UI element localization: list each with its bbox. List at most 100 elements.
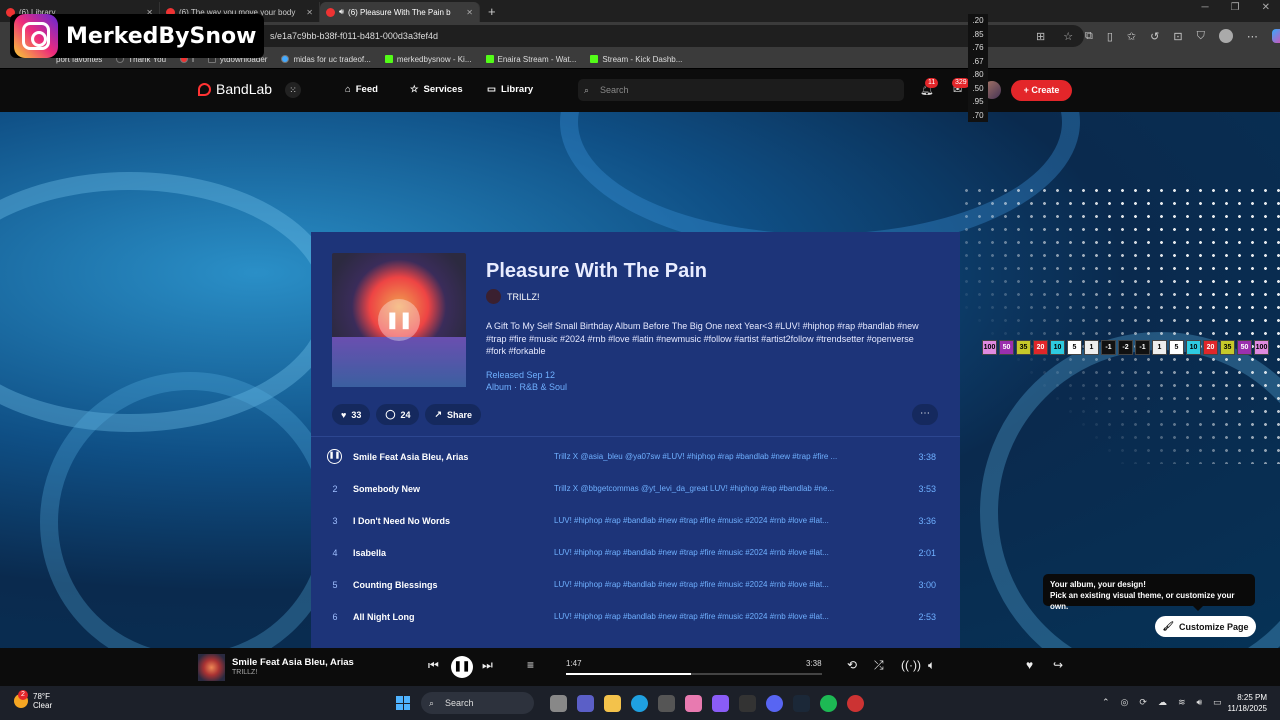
weather-condition: Clear [33, 701, 53, 710]
nav-label: Library [500, 84, 534, 95]
new-tab-button[interactable]: + [480, 2, 504, 22]
track-row[interactable]: 4 Isabella LUV! #hiphop #rap #bandlab #new… [311, 538, 960, 570]
copilot-icon[interactable] [1271, 29, 1280, 43]
track-name[interactable]: I Don't Need No Words [353, 516, 450, 526]
widget-badge: 2 [18, 690, 28, 700]
artist-row[interactable]: TRILLZ! [486, 289, 540, 304]
share-icon[interactable]: ↪ [1053, 658, 1063, 672]
track-row[interactable]: 6 All Night Long LUV! #hiphop #rap #bandla… [311, 602, 960, 634]
volume-icon[interactable]: 🔊︎ [1197, 697, 1203, 708]
apps-grid-icon[interactable]: ⁙ [285, 82, 301, 98]
apps-icon[interactable]: ⊞ [1036, 30, 1045, 43]
track-name[interactable]: Counting Blessings [353, 580, 438, 590]
favorites-icon[interactable]: ✩ [1127, 30, 1136, 43]
color-scale-cell: 100 [1254, 340, 1269, 355]
track-duration: 3:38 [918, 452, 936, 462]
toolbar-right: ⧉ ▯ ✩ ↺ ⊡ ⛉ ⋯ [1085, 22, 1280, 50]
track-name[interactable]: Somebody New [353, 484, 420, 494]
comment-button[interactable]: ◯ 24 [376, 404, 420, 425]
volume-icon[interactable]: 🔈︎ [928, 658, 935, 673]
now-playing-thumbnail[interactable] [198, 654, 225, 681]
steam-icon[interactable] [793, 695, 810, 712]
track-row[interactable]: 5 Counting Blessings LUV! #hiphop #rap #ba… [311, 570, 960, 602]
now-playing-title[interactable]: Smile Feat Asia Bleu, Arias [232, 657, 354, 668]
tray-icon[interactable]: ◎ [1121, 697, 1129, 708]
store-icon[interactable] [658, 695, 675, 712]
album-genre[interactable]: Album · R&B & Soul [486, 381, 567, 393]
file-explorer-icon[interactable] [604, 695, 621, 712]
bookmark-merkedbysnow[interactable]: merkedbysnow - Ki... [384, 55, 472, 64]
track-name[interactable]: Isabella [353, 548, 386, 558]
shuffle-icon[interactable]: ⤮ [874, 658, 884, 673]
track-name[interactable]: All Night Long [353, 612, 414, 622]
track-pause-icon[interactable]: ❚❚ [327, 449, 342, 464]
track-row[interactable]: 2 Somebody New Trillz X @bbgetcommas @yt_l… [311, 474, 960, 506]
speaker-icon[interactable]: 🔊︎ [339, 7, 344, 17]
now-playing-artist[interactable]: TRILLZ! [232, 669, 257, 676]
windows-start-icon[interactable] [396, 696, 410, 710]
previous-icon[interactable]: ⏮︎ [428, 658, 439, 673]
spotify-icon[interactable] [820, 695, 837, 712]
profile-avatar[interactable] [1218, 29, 1233, 43]
close-window-icon[interactable]: ✕ [1262, 2, 1270, 13]
track-row[interactable]: ❚❚ Smile Feat Asia Bleu, Arias Trillz X @a… [311, 442, 960, 474]
next-icon[interactable]: ⏭︎ [482, 658, 493, 673]
sync-icon[interactable]: ⟳ [1139, 697, 1147, 708]
shield-icon[interactable]: ⛉ [1197, 30, 1205, 43]
track-number: 2 [332, 484, 338, 494]
nav-services[interactable]: ☆ Services [410, 84, 463, 95]
bookmark-midas[interactable]: midas for uc tradeof... [281, 55, 371, 64]
queue-icon[interactable]: ≡ [527, 658, 534, 672]
menu-icon[interactable]: ⋯ [1247, 30, 1258, 43]
create-button[interactable]: + Create [1011, 80, 1072, 101]
collections-icon[interactable]: ⊡ [1173, 30, 1182, 43]
minimize-icon[interactable]: ─ [1202, 2, 1209, 13]
clock[interactable]: 8:25 PM 11/18/2025 [1221, 692, 1267, 714]
app-icon[interactable] [847, 695, 864, 712]
extensions-icon[interactable]: ⧉ [1085, 30, 1093, 43]
close-tab-icon[interactable]: ✕ [466, 8, 473, 17]
heart-icon[interactable]: ♥ [1026, 658, 1033, 672]
split-icon[interactable]: ▯ [1107, 30, 1113, 43]
library-icon: ▭ [487, 84, 496, 95]
task-view-icon[interactable] [550, 695, 567, 712]
nav-feed[interactable]: ⌂ Feed [345, 84, 378, 95]
repeat-icon[interactable]: ⟲ [847, 658, 857, 672]
chevron-up-icon[interactable]: ⌃ [1102, 697, 1110, 708]
bandlab-logo[interactable]: BandLab [198, 81, 272, 97]
history-icon[interactable]: ↺ [1150, 30, 1159, 43]
bandlab-favicon-icon [326, 7, 335, 17]
maximize-icon[interactable]: ❐ [1231, 2, 1240, 13]
customize-page-button[interactable]: 🖌︎ Customize Page [1155, 616, 1256, 637]
wifi-icon[interactable]: ≋ [1178, 697, 1186, 708]
taskbar-search[interactable]: ⌕ Search [421, 692, 534, 714]
teams-icon[interactable] [577, 695, 594, 712]
cloud-icon[interactable]: ☁ [1158, 697, 1167, 708]
overlay-number: .67 [972, 56, 984, 66]
search-input[interactable]: ⌕ Search [578, 79, 904, 101]
app-icon[interactable] [739, 695, 756, 712]
pause-icon[interactable]: ❚❚ [378, 299, 420, 341]
like-button[interactable]: ♥ 33 [332, 404, 371, 425]
track-row[interactable]: 3 I Don't Need No Words LUV! #hiphop #rap … [311, 506, 960, 538]
color-scale-cell: 50 [1237, 340, 1252, 355]
broadcast-icon[interactable]: ((·)) [901, 658, 921, 672]
share-button[interactable]: ↗ Share [425, 404, 482, 425]
discord-icon[interactable] [766, 695, 783, 712]
progress-bar[interactable] [566, 673, 822, 675]
track-name[interactable]: Smile Feat Asia Bleu, Arias [353, 452, 468, 462]
bookmark-enaira[interactable]: Enaira Stream - Wat... [485, 55, 576, 64]
tab-album[interactable]: 🔊︎ (6) Pleasure With The Pain b ✕ [320, 2, 480, 22]
clock-time: 8:25 PM [1237, 693, 1267, 702]
nav-library[interactable]: ▭ Library [487, 84, 533, 95]
pause-button[interactable]: ❚❚ [451, 656, 473, 678]
edge-icon[interactable] [631, 695, 648, 712]
more-options-button[interactable]: ⋯ [912, 404, 938, 425]
app-icon[interactable] [685, 695, 702, 712]
star-icon[interactable]: ☆ [1063, 30, 1073, 43]
copilot-app-icon[interactable] [712, 695, 729, 712]
close-tab-icon[interactable]: ✕ [306, 8, 313, 17]
album-cover[interactable]: ❚❚ [332, 253, 466, 387]
bookmark-kick-dashboard[interactable]: Stream - Kick Dashb... [590, 55, 682, 64]
tab-label: (6) Pleasure With The Pain b [348, 7, 451, 17]
